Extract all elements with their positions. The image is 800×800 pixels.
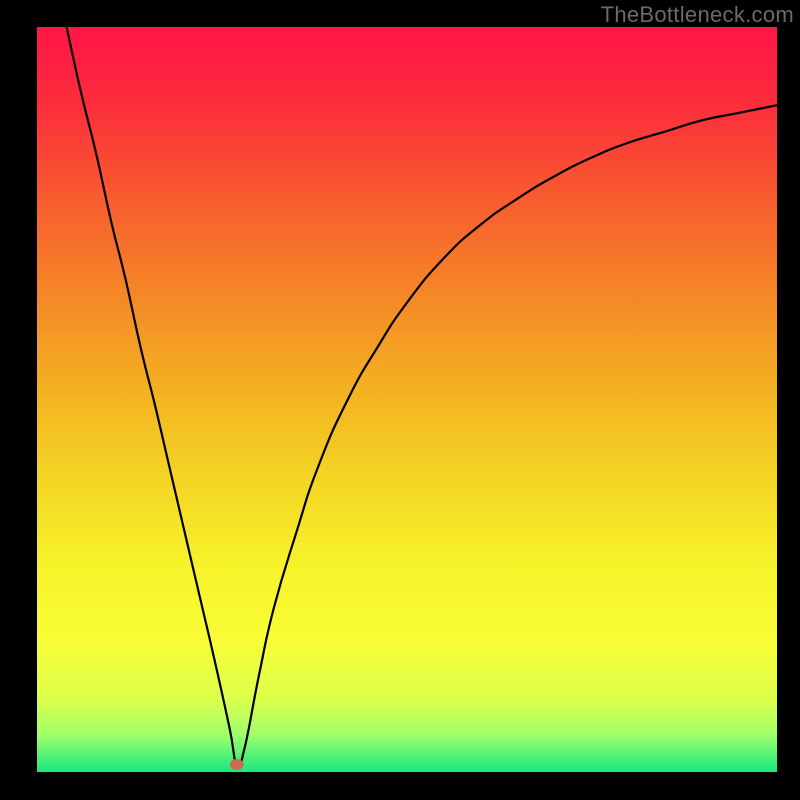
chart-frame: TheBottleneck.com (0, 0, 800, 800)
min-marker (230, 759, 244, 770)
bottleneck-chart (0, 0, 800, 800)
plot-background (37, 27, 777, 772)
watermark-label: TheBottleneck.com (601, 2, 794, 28)
